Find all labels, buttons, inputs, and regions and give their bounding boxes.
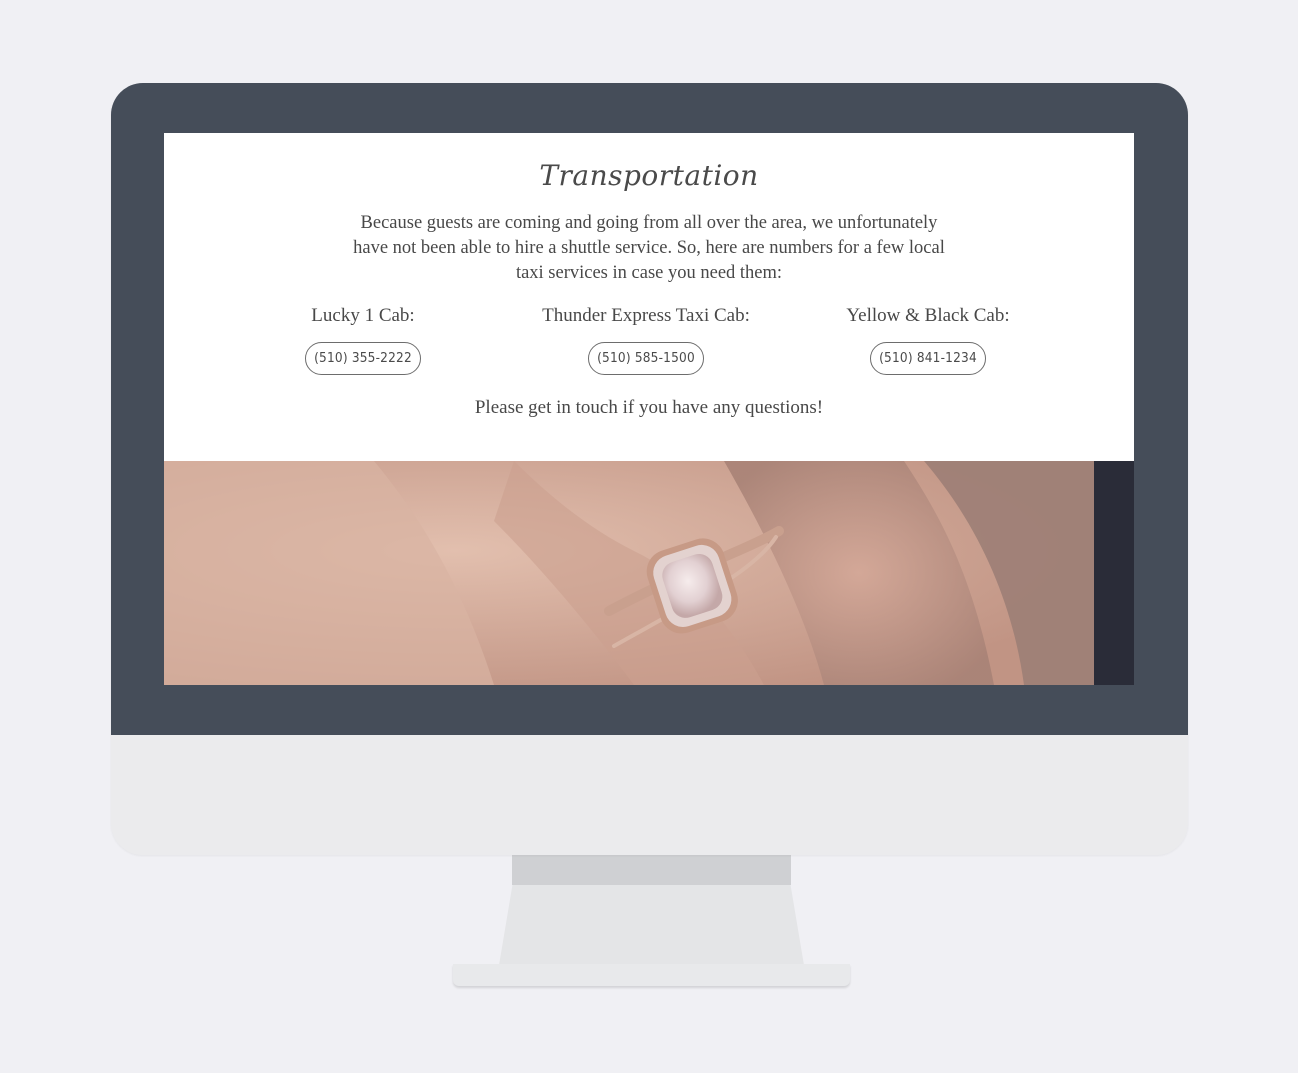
ring-photo-illustration [164, 461, 1134, 685]
closing-text: Please get in touch if you have any ques… [474, 397, 824, 418]
section-title: Transportation [539, 159, 759, 192]
monitor-stand-neck [512, 855, 791, 885]
transportation-section: Transportation Because guests are coming… [164, 133, 1134, 461]
phone-button[interactable]: (510) 585-1500 [588, 342, 704, 375]
cab-lucky-1: Lucky 1 Cab: (510) 355-2222 [213, 305, 513, 375]
website-screen: Transportation Because guests are coming… [164, 133, 1134, 685]
cab-yellow-black: Yellow & Black Cab: (510) 841-1234 [778, 305, 1078, 375]
cab-name: Yellow & Black Cab: [846, 305, 1010, 326]
cab-thunder-express: Thunder Express Taxi Cab: (510) 585-1500 [496, 305, 796, 375]
phone-button[interactable]: (510) 841-1234 [870, 342, 986, 375]
cab-name: Thunder Express Taxi Cab: [542, 305, 750, 326]
intro-paragraph: Because guests are coming and going from… [353, 213, 945, 283]
monitor-stand-base [453, 964, 850, 986]
ring-photo [164, 461, 1134, 685]
phone-button[interactable]: (510) 355-2222 [305, 342, 421, 375]
monitor-chin [111, 735, 1188, 855]
monitor-frame: Transportation Because guests are coming… [111, 83, 1188, 855]
cab-name: Lucky 1 Cab: [311, 305, 415, 326]
